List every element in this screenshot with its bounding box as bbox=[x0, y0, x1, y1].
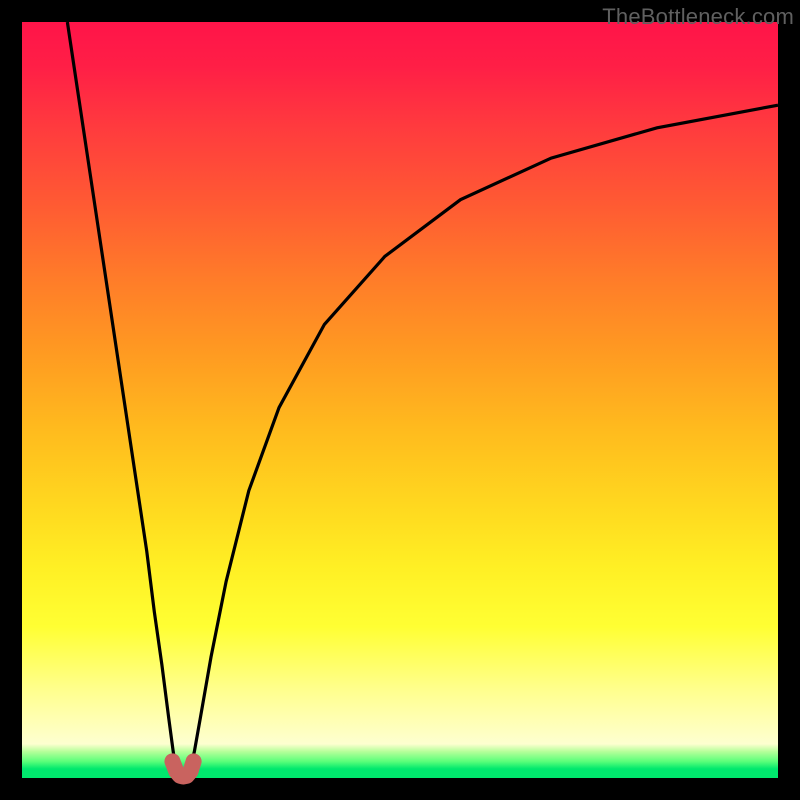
series-left-branch bbox=[67, 22, 176, 770]
series-bottom-highlight bbox=[172, 761, 193, 776]
chart-frame: TheBottleneck.com bbox=[0, 0, 800, 800]
chart-svg bbox=[22, 22, 778, 778]
series-right-branch bbox=[190, 105, 778, 770]
chart-plot-area bbox=[22, 22, 778, 778]
